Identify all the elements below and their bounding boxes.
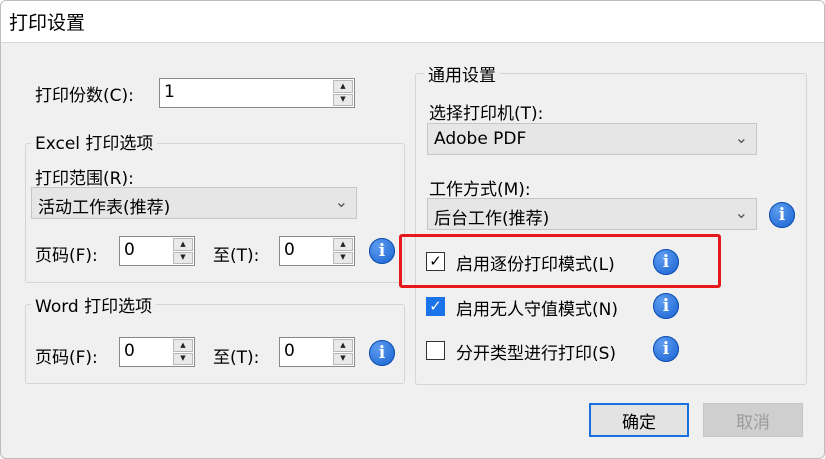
window-title: 打印设置	[9, 12, 86, 34]
stepper-up-icon[interactable]: ▲	[333, 238, 353, 251]
excel-page-to-arrows: ▲ ▼	[333, 238, 353, 264]
stepper-down-icon[interactable]: ▼	[173, 352, 193, 365]
stepper-down-icon[interactable]: ▼	[333, 93, 353, 106]
excel-pages-label: 页码(F):	[35, 246, 98, 266]
copies-value: 1	[164, 82, 175, 102]
word-page-to-value: 0	[284, 341, 295, 361]
stepper-down-icon[interactable]: ▼	[333, 251, 353, 264]
unattended-checkbox[interactable]: ✓	[426, 297, 445, 316]
printer-select[interactable]: Adobe PDF ⌄	[427, 123, 757, 155]
ok-button[interactable]: 确定	[589, 403, 689, 437]
general-group-title: 通用设置	[424, 61, 500, 86]
copies-stepper[interactable]: 1 ▲ ▼	[159, 78, 355, 108]
word-pages-label: 页码(F):	[35, 348, 98, 368]
word-page-from-stepper[interactable]: 0 ▲ ▼	[119, 337, 195, 367]
stepper-up-icon[interactable]: ▲	[173, 238, 193, 251]
printer-value: Adobe PDF	[434, 129, 527, 149]
print-range-value: 活动工作表(推荐)	[38, 198, 171, 218]
excel-to-label: 至(T):	[213, 246, 260, 266]
copies-stepper-arrows: ▲ ▼	[333, 80, 353, 106]
printer-label: 选择打印机(T):	[429, 104, 544, 124]
excel-page-from-stepper[interactable]: 0 ▲ ▼	[119, 236, 195, 266]
chevron-down-icon: ⌄	[734, 128, 748, 147]
word-page-from-arrows: ▲ ▼	[173, 339, 193, 365]
excel-group-title: Excel 打印选项	[31, 129, 158, 154]
separate-types-label: 分开类型进行打印(S)	[456, 344, 617, 364]
title-bar: 打印设置	[1, 1, 824, 43]
highlight-box	[399, 234, 721, 288]
word-page-to-stepper[interactable]: 0 ▲ ▼	[279, 337, 355, 367]
work-mode-value: 后台工作(推荐)	[434, 209, 550, 229]
copies-label: 打印份数(C):	[35, 86, 134, 106]
stepper-up-icon[interactable]: ▲	[333, 80, 353, 93]
excel-page-from-value: 0	[124, 240, 135, 260]
chevron-down-icon: ⌄	[334, 192, 348, 211]
work-mode-label: 工作方式(M):	[429, 180, 531, 200]
unattended-label: 启用无人守值模式(N)	[456, 300, 618, 320]
chevron-down-icon: ⌄	[734, 203, 748, 222]
print-settings-dialog: 打印设置 打印份数(C): 1 ▲ ▼ Excel 打印选项 打印范围(R): …	[0, 0, 825, 459]
info-icon[interactable]: i	[653, 293, 679, 319]
info-icon[interactable]: i	[769, 202, 795, 228]
excel-page-to-stepper[interactable]: 0 ▲ ▼	[279, 236, 355, 266]
word-group-title: Word 打印选项	[31, 292, 157, 317]
separate-types-checkbox[interactable]	[426, 341, 445, 360]
word-page-from-value: 0	[124, 341, 135, 361]
excel-page-to-value: 0	[284, 240, 295, 260]
separate-types-option[interactable]: 分开类型进行打印(S)	[426, 339, 656, 365]
stepper-down-icon[interactable]: ▼	[173, 251, 193, 264]
print-range-select[interactable]: 活动工作表(推荐) ⌄	[31, 187, 357, 219]
excel-page-from-arrows: ▲ ▼	[173, 238, 193, 264]
cancel-button[interactable]: 取消	[703, 403, 803, 437]
stepper-up-icon[interactable]: ▲	[173, 339, 193, 352]
print-range-label: 打印范围(R):	[35, 169, 134, 189]
work-mode-select[interactable]: 后台工作(推荐) ⌄	[427, 198, 757, 230]
word-page-to-arrows: ▲ ▼	[333, 339, 353, 365]
stepper-up-icon[interactable]: ▲	[333, 339, 353, 352]
info-icon[interactable]: i	[369, 340, 395, 366]
info-icon[interactable]: i	[369, 238, 395, 264]
info-icon[interactable]: i	[653, 336, 679, 362]
word-to-label: 至(T):	[213, 348, 260, 368]
stepper-down-icon[interactable]: ▼	[333, 352, 353, 365]
unattended-mode-option[interactable]: ✓ 启用无人守值模式(N)	[426, 295, 656, 321]
